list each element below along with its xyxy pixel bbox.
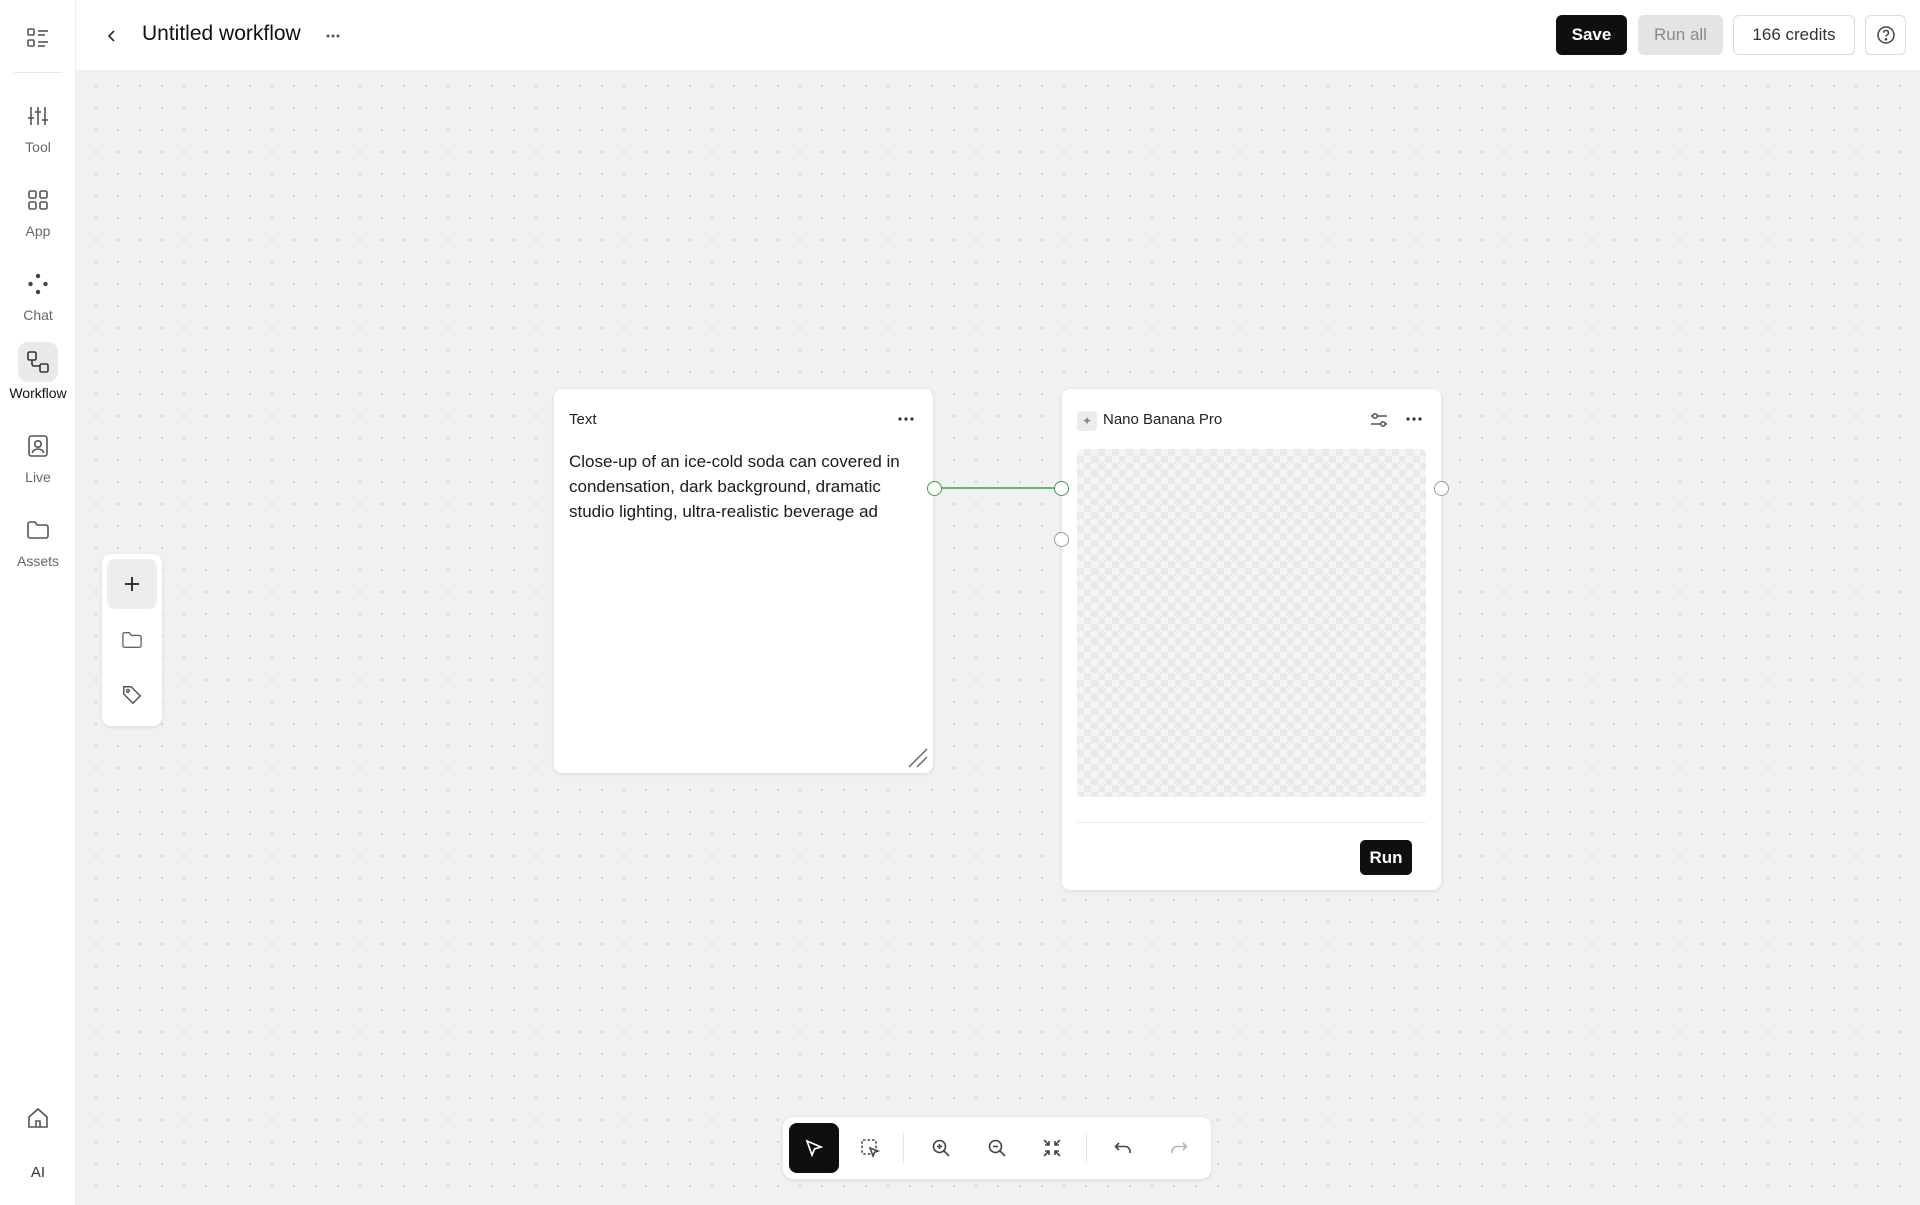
workflow-canvas[interactable]: Text Close-up of an ice-cold soda can co… bbox=[76, 71, 1920, 1205]
rail-item-tool[interactable]: Tool bbox=[0, 96, 76, 172]
toolbar-divider bbox=[903, 1133, 904, 1163]
settings-sliders-icon bbox=[1371, 413, 1387, 427]
sliders-icon bbox=[18, 96, 58, 136]
grid-icon bbox=[18, 180, 58, 220]
undo-button[interactable] bbox=[1098, 1123, 1148, 1173]
generator-input-handle[interactable] bbox=[1054, 481, 1069, 496]
redo-button[interactable] bbox=[1154, 1123, 1204, 1173]
image-preview bbox=[1077, 449, 1426, 797]
more-horizontal-icon bbox=[326, 34, 340, 38]
run-button[interactable]: Run bbox=[1360, 840, 1412, 875]
rail-item-chat[interactable]: Chat bbox=[0, 264, 76, 340]
canvas-toolbar bbox=[783, 1117, 1211, 1179]
node-more-button[interactable] bbox=[1402, 409, 1426, 429]
palette-folder-button[interactable] bbox=[107, 615, 157, 665]
more-horizontal-icon bbox=[1406, 417, 1422, 421]
fit-view-button[interactable] bbox=[1027, 1123, 1077, 1173]
credits-button[interactable]: 166 credits bbox=[1733, 15, 1855, 55]
image-generator-node[interactable]: ✦ Nano Banana Pro Run bbox=[1062, 389, 1441, 890]
rail-item-label: Tool bbox=[25, 139, 51, 155]
node-settings-button[interactable] bbox=[1367, 409, 1391, 431]
zoom-out-icon bbox=[988, 1139, 1006, 1157]
rail-item-label: App bbox=[25, 223, 51, 239]
node-title: Nano Banana Pro bbox=[1103, 411, 1223, 428]
zoom-out-button[interactable] bbox=[972, 1123, 1022, 1173]
redo-icon bbox=[1171, 1142, 1188, 1153]
palette-tag-button[interactable] bbox=[107, 670, 157, 720]
side-palette bbox=[102, 554, 162, 726]
more-horizontal-icon bbox=[898, 417, 914, 421]
folder-icon bbox=[18, 510, 58, 550]
rail-item-label: Chat bbox=[23, 307, 53, 323]
page-title[interactable]: Untitled workflow bbox=[142, 22, 301, 46]
text-output-handle[interactable] bbox=[927, 481, 942, 496]
portrait-icon bbox=[18, 426, 58, 466]
help-button[interactable] bbox=[1865, 15, 1906, 55]
text-node[interactable]: Text Close-up of an ice-cold soda can co… bbox=[554, 389, 933, 773]
back-button[interactable] bbox=[98, 22, 126, 50]
rail-item-label: Assets bbox=[16, 553, 59, 569]
home-icon[interactable] bbox=[22, 1102, 54, 1134]
rail-item-label: Workflow bbox=[9, 385, 67, 401]
chevron-left-icon bbox=[107, 30, 115, 42]
select-tool-button[interactable] bbox=[789, 1123, 839, 1173]
rail-item-live[interactable]: Live bbox=[0, 426, 76, 502]
zoom-in-icon bbox=[932, 1139, 950, 1157]
toolbar-divider bbox=[1086, 1133, 1087, 1163]
zoom-in-button[interactable] bbox=[916, 1123, 966, 1173]
folder-icon bbox=[122, 632, 142, 648]
rail-item-app[interactable]: App bbox=[0, 180, 76, 256]
rail-item-label: Live bbox=[25, 469, 51, 485]
generator-image-input-handle[interactable] bbox=[1054, 532, 1069, 547]
workflow-icon bbox=[18, 342, 58, 382]
dots-icon bbox=[18, 264, 58, 304]
save-button[interactable]: Save bbox=[1556, 15, 1627, 55]
left-rail: Tool App Chat Workflow Live Assets AI bbox=[0, 0, 76, 1205]
cursor-icon bbox=[805, 1139, 824, 1158]
node-title: Text bbox=[569, 411, 597, 428]
collapse-arrows-icon bbox=[1043, 1139, 1061, 1157]
sparkle-icon: ✦ bbox=[1077, 411, 1097, 431]
rail-divider bbox=[14, 72, 62, 73]
node-divider bbox=[1077, 822, 1426, 823]
sidebar-toggle-icon[interactable] bbox=[22, 24, 54, 52]
run-all-button[interactable]: Run all bbox=[1638, 15, 1723, 55]
node-connection-edge bbox=[934, 487, 1061, 489]
box-select-tool-button[interactable] bbox=[845, 1123, 895, 1173]
rail-item-assets[interactable]: Assets bbox=[0, 510, 76, 586]
resize-handle-icon[interactable] bbox=[905, 745, 929, 769]
more-options-button[interactable] bbox=[319, 22, 347, 50]
node-more-button[interactable] bbox=[894, 409, 918, 429]
undo-icon bbox=[1114, 1142, 1131, 1153]
prompt-textarea[interactable]: Close-up of an ice-cold soda can covered… bbox=[569, 449, 919, 524]
add-node-button[interactable] bbox=[107, 559, 157, 609]
marquee-select-icon bbox=[861, 1139, 880, 1158]
tag-icon bbox=[123, 686, 142, 705]
ai-label[interactable]: AI bbox=[0, 1164, 76, 1181]
rail-item-workflow[interactable]: Workflow bbox=[0, 342, 76, 418]
top-header: Untitled workflow Save Run all 166 credi… bbox=[76, 0, 1920, 71]
help-icon bbox=[1876, 26, 1895, 44]
plus-icon bbox=[125, 577, 139, 591]
generator-output-handle[interactable] bbox=[1434, 481, 1449, 496]
